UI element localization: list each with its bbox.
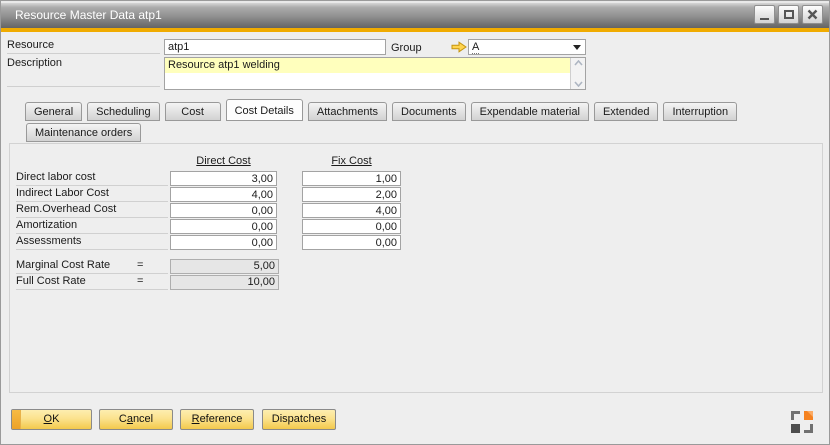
minimize-button[interactable] <box>754 5 775 24</box>
tab-scheduling[interactable]: Scheduling <box>87 102 159 121</box>
dispatches-button[interactable]: Dispatches <box>262 409 336 430</box>
maximize-icon <box>784 10 794 19</box>
direct-cost-input-rem-overhead-cost[interactable] <box>170 203 277 218</box>
ok-button[interactable]: OK <box>11 409 92 430</box>
direct-cost-input-amortization[interactable] <box>170 219 277 234</box>
expand-form-icon[interactable] <box>791 411 813 433</box>
total-value-full-cost-rate: 10,00 <box>170 275 279 290</box>
group-label: Group <box>391 42 422 54</box>
direct-cost-input-direct-labor-cost[interactable] <box>170 171 277 186</box>
tab-general[interactable]: General <box>25 102 82 121</box>
cost-row-label-indirect-labor-cost: Indirect Labor Cost <box>16 187 168 202</box>
window-controls <box>754 5 823 24</box>
fix-cost-column-header: Fix Cost <box>302 155 401 167</box>
fix-cost-input-indirect-labor-cost[interactable] <box>302 187 401 202</box>
tab-maintenance-orders[interactable]: Maintenance orders <box>26 123 141 142</box>
tab-documents[interactable]: Documents <box>392 102 466 121</box>
direct-cost-input-assessments[interactable] <box>170 235 277 250</box>
tab-cost[interactable]: Cost <box>165 102 221 121</box>
cost-details-panel: Direct Cost Fix Cost Direct labor costIn… <box>9 143 823 393</box>
fix-cost-input-amortization[interactable] <box>302 219 401 234</box>
resource-label: Resource <box>7 39 160 54</box>
tab-row-2: Maintenance orders <box>26 122 141 142</box>
description-value[interactable]: Resource atp1 welding <box>165 58 570 73</box>
fix-cost-input-direct-labor-cost[interactable] <box>302 171 401 186</box>
tab-cost-details[interactable]: Cost Details <box>226 99 303 121</box>
total-label-marginal-cost-rate: Marginal Cost Rate = <box>16 259 168 274</box>
link-arrow-icon[interactable] <box>451 41 467 53</box>
close-button[interactable] <box>802 5 823 24</box>
minimize-icon <box>760 18 769 20</box>
total-label-full-cost-rate: Full Cost Rate = <box>16 275 168 290</box>
window-title: Resource Master Data atp1 <box>15 3 162 28</box>
tab-expendable-material[interactable]: Expendable material <box>471 102 589 121</box>
total-label-text: Marginal Cost Rate <box>16 259 110 271</box>
tab-interruption[interactable]: Interruption <box>663 102 737 121</box>
description-field[interactable]: Resource atp1 welding <box>164 57 586 90</box>
fix-cost-input-assessments[interactable] <box>302 235 401 250</box>
fix-cost-input-rem-overhead-cost[interactable] <box>302 203 401 218</box>
equals-sign: = <box>137 275 143 288</box>
tab-extended[interactable]: Extended <box>594 102 658 121</box>
cost-row-label-direct-labor-cost: Direct labor cost <box>16 171 168 186</box>
reference-button[interactable]: Reference <box>180 409 254 430</box>
resource-master-data-window: Resource Master Data atp1 Resource Group… <box>0 0 830 445</box>
close-icon <box>807 9 818 20</box>
scroll-up-icon[interactable] <box>574 60 583 66</box>
resource-input[interactable] <box>164 39 386 55</box>
dropdown-arrow-icon <box>573 45 581 50</box>
group-value: A <box>472 41 479 54</box>
cost-row-label-assessments: Assessments <box>16 235 168 250</box>
gold-accent-stripe <box>1 28 829 32</box>
direct-cost-column-header: Direct Cost <box>170 155 277 167</box>
tab-attachments[interactable]: Attachments <box>308 102 387 121</box>
description-scrollbar[interactable] <box>570 58 585 89</box>
total-value-marginal-cost-rate: 5,00 <box>170 259 279 274</box>
maximize-button[interactable] <box>778 5 799 24</box>
direct-cost-input-indirect-labor-cost[interactable] <box>170 187 277 202</box>
equals-sign: = <box>137 259 143 272</box>
tab-row-1: General Scheduling Cost Cost Details Attachm… <box>25 101 737 121</box>
cancel-button[interactable]: Cancel <box>99 409 173 430</box>
group-dropdown[interactable]: A <box>468 39 586 55</box>
cost-row-label-rem-overhead-cost: Rem.Overhead Cost <box>16 203 168 218</box>
total-label-text: Full Cost Rate <box>16 275 86 287</box>
description-label: Description <box>7 57 160 87</box>
cost-row-label-amortization: Amortization <box>16 219 168 234</box>
title-bar[interactable]: Resource Master Data atp1 <box>1 1 829 28</box>
scroll-down-icon[interactable] <box>574 81 583 87</box>
